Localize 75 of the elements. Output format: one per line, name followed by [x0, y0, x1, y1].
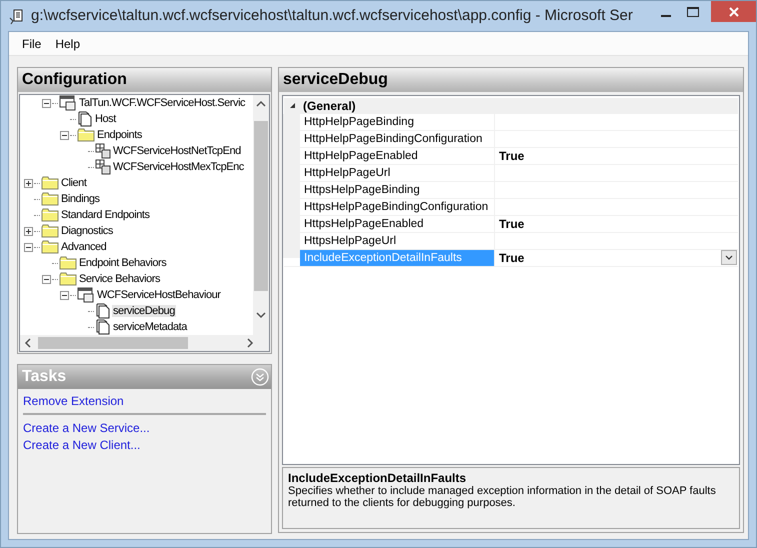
property-name[interactable]: HttpsHelpPageBinding — [300, 182, 495, 198]
task-link[interactable]: Create a New Service... — [23, 421, 150, 435]
expander-toggle[interactable] — [24, 178, 33, 188]
endpoint-icon — [95, 143, 111, 159]
property-name[interactable]: HttpsHelpPageBindingConfiguration — [300, 198, 495, 215]
panel-header: serviceDebug — [279, 68, 743, 92]
expander-toggle[interactable] — [60, 290, 69, 300]
minimize-icon — [660, 15, 670, 17]
collapse-icon — [251, 368, 269, 386]
close-icon — [728, 6, 738, 16]
tree-item[interactable]: Standard Endpoints — [60, 209, 151, 221]
expander-toggle[interactable] — [24, 242, 33, 252]
folder-icon — [41, 240, 59, 254]
folder-icon — [41, 192, 59, 206]
document-icon — [95, 319, 111, 335]
minus-icon — [44, 102, 49, 104]
tree-item[interactable]: WCFServiceHostMexTcpEnc — [112, 161, 245, 173]
plus-icon — [26, 180, 31, 186]
description-title: IncludeExceptionDetailInFaults — [288, 471, 468, 486]
close-button[interactable] — [711, 1, 756, 22]
collapse-triangle-icon[interactable] — [288, 102, 296, 110]
description-text: Specifies whether to include managed exception information in the detail of SOAP faults returned to the clients for debugging purposes. — [288, 485, 717, 510]
property-name[interactable]: HttpHelpPageEnabled — [300, 148, 495, 164]
tree-item[interactable]: Bindings — [60, 193, 101, 205]
property-name[interactable]: HttpHelpPageUrl — [300, 164, 495, 181]
property-name[interactable]: HttpsHelpPageUrl — [300, 232, 495, 249]
tree-item[interactable]: Diagnostics — [60, 225, 114, 237]
minus-icon — [62, 134, 67, 136]
folder-icon — [59, 256, 77, 270]
tree-item[interactable]: Service Behaviors — [78, 273, 161, 285]
folder-icon — [41, 224, 59, 238]
maximize-icon — [686, 6, 698, 16]
tree-item[interactable]: Host — [94, 113, 117, 125]
property-name[interactable]: HttpHelpPageBindingConfiguration — [300, 130, 495, 147]
property-value: True — [499, 148, 524, 163]
property-value: True — [499, 216, 524, 231]
tree-item[interactable]: WCFServiceHostNetTcpEnd — [112, 145, 242, 157]
property-value: True — [499, 250, 524, 265]
minus-icon — [44, 278, 49, 280]
property-name[interactable]: HttpHelpPageBinding — [300, 114, 495, 130]
folder-icon — [41, 208, 59, 222]
plus-icon — [26, 228, 31, 234]
menu-item[interactable]: Help — [48, 34, 88, 52]
tree-item[interactable]: Endpoints — [96, 129, 143, 141]
folder-icon — [77, 128, 95, 142]
document-icon — [77, 111, 93, 127]
document-icon — [95, 303, 111, 319]
folder-icon — [41, 176, 59, 190]
tree-item[interactable]: Client — [60, 177, 88, 189]
tree-item[interactable]: serviceMetadata — [112, 321, 188, 333]
panel-header: Configuration — [18, 68, 271, 92]
tree-item[interactable]: TalTun.WCF.WCFServiceHost.Servic — [78, 97, 246, 109]
dropdown-button[interactable] — [721, 250, 737, 266]
expander-toggle[interactable] — [24, 226, 33, 236]
tree-item[interactable]: serviceDebug — [112, 305, 176, 317]
window-icon — [77, 287, 95, 303]
app-icon — [9, 9, 23, 25]
window-title: g:\wcfservice\taltun.wcf.wcfservicehost\taltun.wcf.wcfservicehost\app.config - Microsoft Ser — [31, 6, 634, 24]
minus-icon — [62, 294, 67, 296]
tree-item[interactable]: WCFServiceHostBehaviour — [96, 289, 222, 301]
folder-icon — [59, 272, 77, 286]
task-link[interactable]: Create a New Client... — [23, 438, 140, 452]
minus-icon — [26, 246, 31, 248]
caret-icon — [725, 255, 733, 260]
panel-title: Tasks — [22, 368, 66, 386]
expander-toggle[interactable] — [60, 130, 69, 140]
task-link[interactable]: Remove Extension — [23, 394, 124, 408]
category-label: (General) — [302, 98, 356, 113]
expander-toggle[interactable] — [42, 274, 51, 284]
expander-toggle[interactable] — [42, 98, 51, 108]
endpoint-icon — [95, 159, 111, 175]
tree-item[interactable]: Endpoint Behaviors — [78, 257, 168, 269]
menu-item[interactable]: File — [15, 34, 48, 52]
property-name[interactable]: HttpsHelpPageEnabled — [300, 216, 495, 232]
tree-item[interactable]: Advanced — [60, 241, 108, 253]
